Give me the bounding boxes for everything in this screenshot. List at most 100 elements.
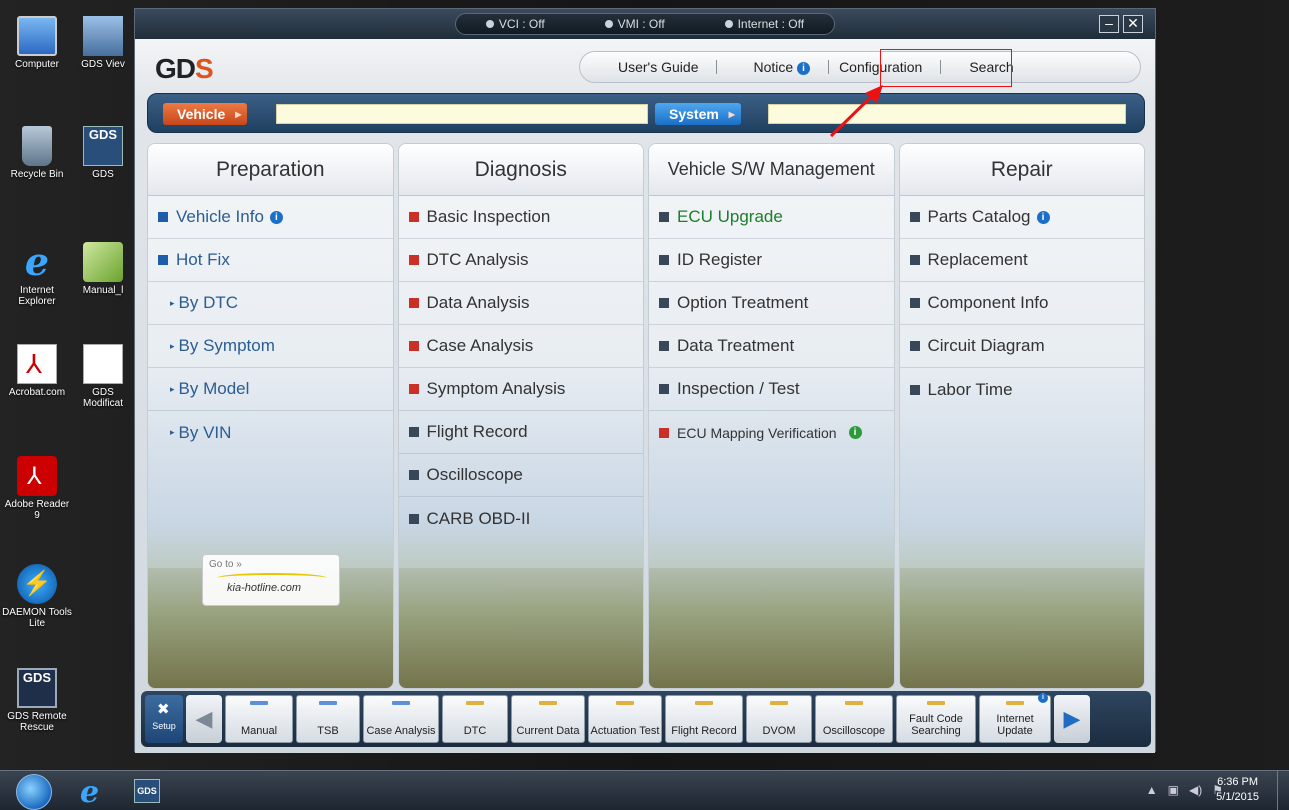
toolbar-current-data-button[interactable]: Current Data [511,695,585,743]
setup-button[interactable]: Setup [145,695,183,743]
show-desktop-button[interactable] [1277,771,1289,810]
menu-item-basic-inspection[interactable]: Basic Inspection [398,196,643,239]
kia-hotline-link[interactable]: Go to » kia-hotline.com [202,554,340,606]
vehicle-select-button[interactable]: Vehicle [163,103,248,125]
menu-item-symptom-analysis[interactable]: Symptom Analysis [398,368,643,411]
toolbar-dvom-button[interactable]: DVOM [746,695,812,743]
toolbar-oscilloscope-button[interactable]: Oscilloscope [815,695,893,743]
desktop-icon-daemon-tools[interactable]: ⚡ DAEMON Tools Lite [2,560,72,638]
desktop-icon-label: GDS [92,169,114,180]
led-indicator-icon [616,701,634,705]
desktop-icon-computer[interactable]: Computer [2,12,72,90]
menu-item-label: Circuit Diagram [927,336,1045,355]
toolbar-button-label: Case Analysis [366,725,436,737]
menu-item-replacement[interactable]: Replacement [899,239,1144,282]
column-title: Repair [899,144,1144,196]
menu-item-data-analysis[interactable]: Data Analysis [398,282,643,325]
desktop-icon-gds-remote[interactable]: GDS GDS Remote Rescue [2,664,72,742]
status-dot-icon [724,20,733,28]
menu-item-data-treatment[interactable]: Data Treatment [649,325,894,368]
menu-item-carb-obd2[interactable]: CARB OBD-II [399,497,644,540]
menu-item-by-symptom[interactable]: ▸ By Symptom [148,325,393,368]
menu-item-flight-record[interactable]: Flight Record [398,411,643,454]
bullet-icon [408,513,419,524]
menu-item-circuit-diagram[interactable]: Circuit Diagram [899,325,1144,368]
menu-item-by-vin[interactable]: ▸ By VIN [148,411,393,454]
menu-item-option-treatment[interactable]: Option Treatment [649,282,894,325]
menu-item-ecu-upgrade[interactable]: ECU Upgrade [649,196,894,239]
toolbar-tsb-button[interactable]: TSB [296,695,360,743]
menu-item-label: Labor Time [927,379,1013,399]
menu-item-hot-fix[interactable]: Hot Fix [148,239,393,282]
led-indicator-icon [319,701,337,705]
users-guide-link[interactable]: User's Guide [580,59,716,75]
toolbar-internet-update-button[interactable]: i Internet Update [979,693,1051,743]
computer-icon [17,16,57,56]
desktop-icon-label: Internet Explorer [18,285,56,307]
minimize-button[interactable]: – [1099,15,1119,33]
toolbar-button-label: Internet Update [996,713,1034,737]
toolbar-case-analysis-button[interactable]: Case Analysis [363,695,439,743]
desktop-icon-gds[interactable]: GDS GDS [72,122,134,200]
bullet-icon [909,341,920,351]
desktop-icon-label: Adobe Reader 9 [4,499,70,521]
scroll-left-button[interactable]: ◀ [186,695,222,743]
bullet-icon [909,212,920,222]
menu-item-component-info[interactable]: Component Info [899,282,1144,325]
system-clock[interactable]: 6:36 PM 5/1/2015 [1216,775,1259,805]
menu-item-inspection-test[interactable]: Inspection / Test [649,368,894,411]
system-field[interactable] [768,104,1126,124]
logo-text: GD [155,53,196,84]
toolbar-button-label: Fault Code Searching [909,713,963,737]
desktop-icon-adobe-reader[interactable]: Adobe Reader 9 [2,452,72,530]
status-dot-icon [485,20,494,28]
menu-item-label: CARB OBD-II [426,508,531,528]
menu-item-label: Option Treatment [677,293,809,312]
toolbar-dtc-button[interactable]: DTC [442,695,508,743]
led-indicator-icon [770,701,788,705]
menu-item-by-model[interactable]: ▸ By Model [148,368,393,411]
menu-item-id-register[interactable]: ID Register [649,239,894,282]
scroll-right-button[interactable]: ▶ [1054,695,1090,743]
desktop-icon-internet-explorer[interactable]: e Internet Explorer [2,238,72,316]
toolbar-fault-code-searching-button[interactable]: Fault Code Searching [896,695,976,743]
toolbar-manual-button[interactable]: Manual [225,695,293,743]
close-button[interactable]: ✕ [1123,15,1143,33]
tray-expand-icon[interactable]: ▲ [1146,783,1158,797]
triangle-right-icon: ▸ [170,340,175,351]
menu-item-labor-time[interactable]: Labor Time [900,368,1145,411]
menu-item-vehicle-info[interactable]: Vehicle Info i [148,196,393,239]
menu-item-case-analysis[interactable]: Case Analysis [398,325,643,368]
network-icon[interactable]: ▣ [1168,783,1179,797]
desktop-icon-acrobat[interactable]: Acrobat.com [2,340,72,418]
menu-item-dtc-analysis[interactable]: DTC Analysis [398,239,643,282]
toolbar-button-label: Flight Record [671,725,737,737]
menu-item-label: Data Treatment [677,336,795,355]
menu-item-ecu-mapping-verification[interactable]: ECU Mapping Verification i [649,411,894,454]
led-indicator-icon [250,701,268,705]
menu-item-by-dtc[interactable]: ▸ By DTC [148,282,393,325]
volume-icon[interactable]: ◀) [1189,783,1202,797]
taskbar-gds-button[interactable]: GDS [134,779,160,803]
desktop-icon-gds-viewer[interactable]: GDS Viev [72,12,134,90]
taskbar-ie-icon[interactable]: e [80,775,99,810]
desktop-icon-manual[interactable]: Manual_l [72,238,134,316]
toolbar-flight-record-button[interactable]: Flight Record [665,695,743,743]
desktop-icon-gds-modification[interactable]: GDS Modificat [72,340,134,418]
daemon-tools-icon: ⚡ [17,564,57,604]
desktop-icon-recycle-bin[interactable]: Recycle Bin [2,122,72,200]
notice-link[interactable]: Notice i [717,59,828,75]
triangle-left-icon: ◀ [195,706,213,731]
menu-item-parts-catalog[interactable]: Parts Catalog i [899,196,1144,239]
system-select-button[interactable]: System [655,103,741,125]
toolbar-actuation-test-button[interactable]: Actuation Test [588,695,662,743]
vehicle-field[interactable] [276,104,648,124]
info-icon: i [269,210,283,224]
ie-icon: e [24,239,50,284]
gds-icon: GDS [83,126,123,166]
toolbar-button-label: TSB [317,725,339,737]
start-button[interactable] [16,774,52,810]
menu-item-oscilloscope[interactable]: Oscilloscope [398,454,643,497]
menu-item-label: Basic Inspection [426,207,551,226]
logo-accent: S [195,53,214,84]
